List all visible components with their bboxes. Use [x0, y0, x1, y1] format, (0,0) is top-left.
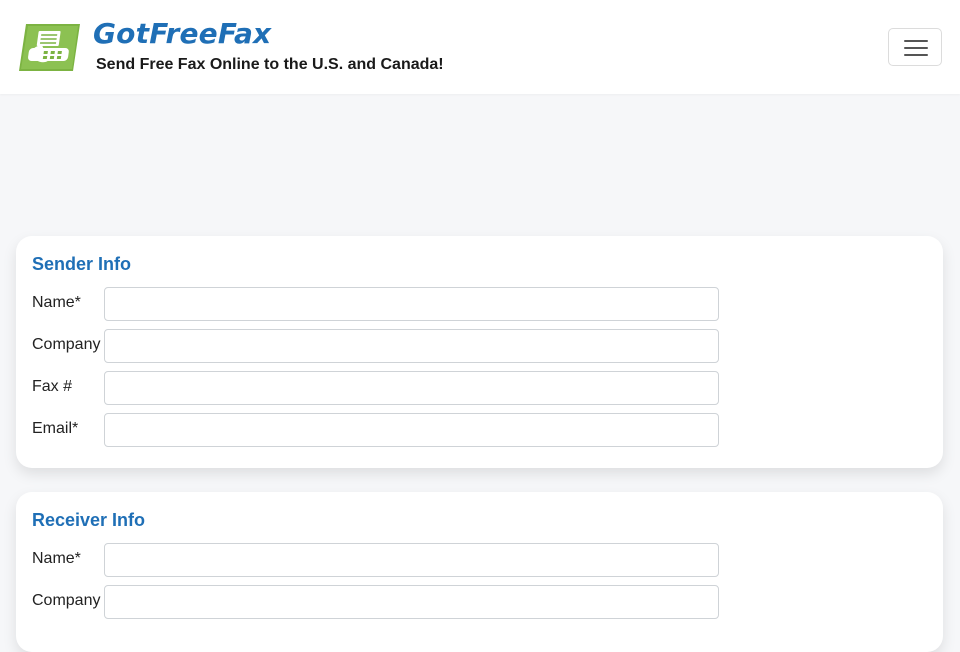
receiver-company-row: Company [32, 585, 719, 619]
sender-fax-label: Fax # [32, 378, 73, 395]
receiver-company-input[interactable] [104, 585, 719, 619]
sender-info-card: Sender Info Name* Company Fax # Email* [16, 236, 943, 468]
sender-name-label: Name* [32, 294, 81, 311]
sender-email-row: Email* [32, 413, 719, 447]
sender-email-input[interactable] [104, 413, 719, 447]
sender-email-label: Email* [32, 420, 79, 437]
sender-fax-row: Fax # [32, 371, 719, 405]
receiver-name-row: Name* [32, 543, 719, 577]
receiver-info-card: Receiver Info Name* Company [16, 492, 943, 652]
sender-company-row: Company [32, 329, 719, 363]
fax-machine-icon[interactable] [16, 22, 83, 73]
brand-name[interactable]: GotFreeFax [93, 17, 271, 50]
receiver-info-title: Receiver Info [32, 510, 146, 530]
receiver-name-input[interactable] [104, 543, 719, 577]
sender-company-label: Company [32, 336, 101, 353]
site-header: GotFreeFax Send Free Fax Online to the U… [0, 0, 960, 94]
site-tagline: Send Free Fax Online to the U.S. and Can… [96, 56, 444, 73]
receiver-name-label: Name* [32, 550, 81, 567]
sender-name-input[interactable] [104, 287, 719, 321]
sender-name-row: Name* [32, 287, 719, 321]
menu-toggle-button[interactable] [888, 28, 942, 66]
sender-info-title: Sender Info [32, 254, 132, 274]
sender-fax-input[interactable] [104, 371, 719, 405]
sender-company-input[interactable] [104, 329, 719, 363]
receiver-company-label: Company [32, 592, 101, 609]
